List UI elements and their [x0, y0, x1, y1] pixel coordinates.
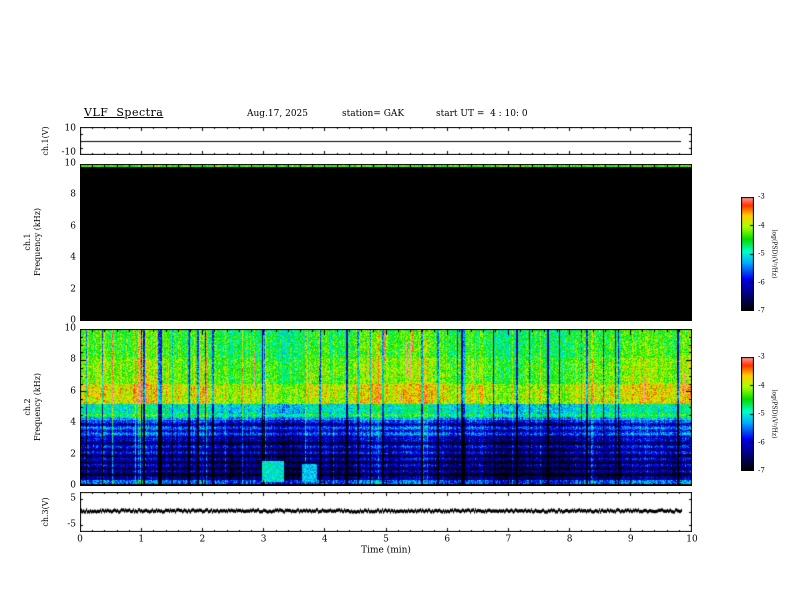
colorbar2-title: log(PSD)(V²/Hz) [770, 389, 778, 439]
ch1v-tick-label: -10 [61, 147, 77, 158]
ch2-spectrogram-panel [80, 329, 692, 486]
colorbar-tick-label: -3 [758, 352, 765, 361]
time-tick-label: 10 [686, 534, 698, 545]
ch1-spectrogram-panel [80, 164, 692, 321]
vlf-spectra-figure: VLF Spectra Aug.17, 2025 station= GAK st… [0, 0, 792, 612]
time-tick-label: 3 [260, 534, 267, 545]
colorbar-tick-label: -5 [758, 249, 765, 258]
figure-title: VLF Spectra [84, 106, 164, 119]
ch2-freq-tick-label: 0 [70, 480, 76, 491]
ch2-freq-tick-label: 6 [70, 386, 76, 397]
ch1-freq-tick-label: 2 [70, 284, 76, 295]
ch3v-tick-label: 5 [70, 493, 76, 504]
ch2-frequency-axis-label: ch.2 Frequency (kHz) [23, 373, 43, 441]
ch1-voltage-axis-label: ch.1(V) [41, 126, 50, 156]
ch1-freq-tick-label: 6 [70, 221, 76, 232]
ch1-freq-tick-label: 10 [64, 158, 76, 169]
time-tick-label: 0 [77, 534, 83, 545]
time-tick-label: 8 [566, 534, 573, 545]
time-tick-label: 9 [627, 534, 634, 545]
ch2-label-line2: Frequency (kHz) [33, 372, 42, 442]
ch2-freq-tick-label: 4 [70, 417, 76, 428]
colorbar1-title: log(PSD)(V²/Hz) [770, 229, 778, 279]
figure-station: station= GAK [342, 109, 405, 119]
time-tick-label: 4 [321, 534, 328, 545]
colorbar-ch2 [741, 357, 754, 471]
ch1v-tick-label: 10 [64, 123, 76, 134]
ch1-freq-tick-label: 8 [70, 189, 76, 200]
colorbar-tick-label: -4 [758, 221, 765, 229]
colorbar-ch1 [741, 197, 754, 311]
colorbar-tick-label: -5 [758, 409, 765, 418]
time-tick-label: 2 [199, 534, 206, 545]
colorbar-tick-label: -7 [758, 466, 765, 475]
ch3v-tick-label: -5 [67, 519, 76, 530]
time-tick-label: 5 [383, 534, 389, 545]
time-axis-title: Time (min) [361, 545, 411, 556]
colorbar-tick-label: -6 [758, 278, 765, 286]
ch1-frequency-axis-label: ch.1 Frequency (kHz) [23, 208, 43, 276]
ch1-label-line1: ch.1 [23, 233, 32, 251]
ch3-voltage-panel [80, 492, 692, 532]
colorbar-tick-label: -4 [758, 381, 765, 389]
ch2-freq-tick-label: 8 [70, 354, 76, 365]
colorbar-tick-label: -7 [758, 306, 765, 315]
ch1-voltage-panel [80, 127, 692, 155]
ch2-label-line1: ch.2 [23, 398, 32, 416]
colorbar-tick-label: -3 [758, 192, 765, 201]
figure-start-ut: start UT = 4 : 10: 0 [436, 109, 528, 119]
time-tick-label: 7 [505, 534, 512, 545]
ch1-label-line2: Frequency (kHz) [33, 207, 42, 277]
time-tick-label: 1 [138, 534, 145, 545]
ch2-freq-tick-label: 2 [70, 449, 76, 460]
colorbar-tick-label: -6 [758, 438, 765, 446]
figure-date: Aug.17, 2025 [247, 109, 308, 119]
ch3-voltage-axis-label: ch.3(V) [41, 497, 50, 527]
time-tick-label: 6 [444, 534, 451, 545]
ch1-freq-tick-label: 4 [70, 252, 76, 263]
ch2-freq-tick-label: 10 [64, 323, 76, 334]
